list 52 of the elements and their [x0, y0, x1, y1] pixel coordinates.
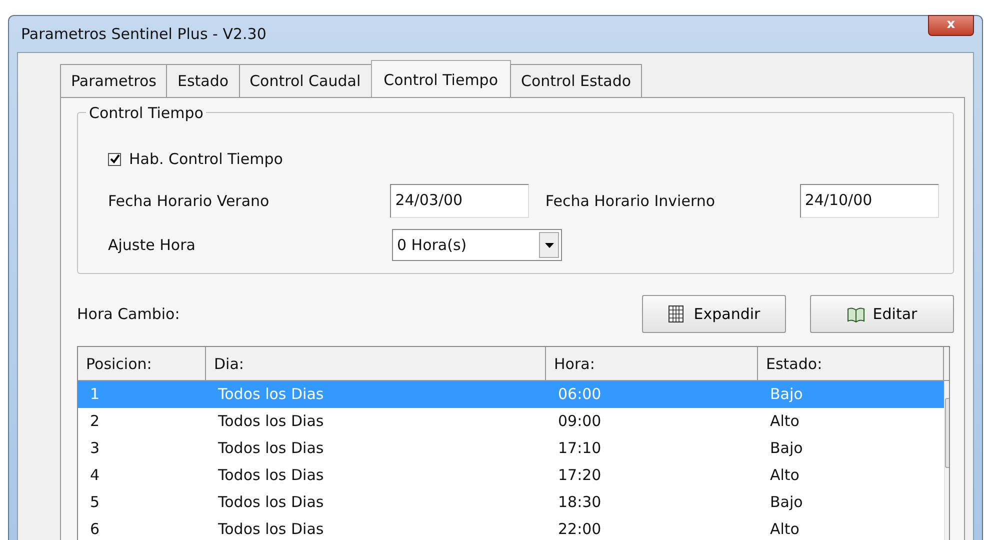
list-row[interactable]: 6 Todos los Dias 22:00 Alto — [78, 516, 944, 540]
table-cell-text: 2 — [89, 411, 101, 432]
table-cell-text: Todos los Dias — [217, 411, 325, 432]
table-cell-text: 3 — [89, 438, 101, 460]
date-field[interactable]: 24/03/00 — [390, 184, 530, 218]
table-cell-text: Todos los Dias — [217, 519, 325, 540]
table-cell-text: Todos los Dias — [217, 465, 325, 486]
field-label: Fecha Horario Verano — [108, 190, 270, 212]
expand-button[interactable]: Expandir — [642, 295, 786, 333]
table-cell-text: 06:00 — [557, 384, 602, 406]
table-cell-text: 17:10 — [557, 438, 602, 460]
table-cell-text: Bajo — [769, 492, 804, 514]
tab[interactable]: Parametros — [60, 64, 168, 97]
table-cell-text: Alto — [769, 519, 800, 540]
grid-icon — [668, 305, 686, 323]
table-cell-text: Todos los Dias — [217, 384, 325, 406]
checkbox[interactable] — [108, 152, 121, 166]
table-cell-text: Todos los Dias — [217, 438, 325, 460]
table-cell-text: Bajo — [769, 384, 804, 406]
tab[interactable]: Control Estado — [510, 64, 642, 97]
window-title: Parametros Sentinel Plus - V2.30 — [20, 24, 266, 45]
field-label: Ajuste Hora — [108, 234, 196, 256]
list-row[interactable]: 3 Todos los Dias 17:10 Bajo — [78, 435, 944, 462]
list-row[interactable]: 2 Todos los Dias 09:00 Alto — [78, 408, 944, 435]
table-cell-text: 1 — [89, 384, 101, 406]
field-label: Fecha Horario Invierno — [545, 190, 716, 212]
table-cell-text: Bajo — [769, 438, 804, 460]
book-icon — [846, 305, 865, 323]
date-field[interactable]: 24/10/00 — [800, 184, 939, 218]
table-cell-text: Todos los Dias — [217, 492, 325, 514]
table-cell-text: 09:00 — [557, 411, 602, 432]
table-cell-text: 6 — [89, 519, 101, 540]
tab[interactable]: Control Tiempo — [370, 60, 512, 97]
hour-dropdown[interactable]: 0 Hora(s) — [392, 229, 562, 261]
list-row[interactable]: 4 Todos los Dias 17:20 Alto — [78, 462, 944, 489]
table-cell-text: Alto — [769, 465, 800, 486]
column-header[interactable]: Posicion: — [78, 347, 206, 380]
table-cell-text: 5 — [89, 492, 101, 514]
column-header[interactable]: Dia: — [206, 347, 546, 380]
checkbox-label: Hab. Control Tiempo — [129, 148, 283, 170]
column-header[interactable]: Estado: — [758, 347, 944, 380]
table-cell-text: 4 — [89, 465, 101, 486]
list-row[interactable]: 5 Todos los Dias 18:30 Bajo — [78, 489, 944, 516]
table-cell-text: 17:20 — [557, 465, 602, 486]
column-header[interactable]: Hora: — [546, 347, 758, 380]
edit-button[interactable]: Editar — [810, 295, 954, 333]
section-label: Hora Cambio: — [77, 304, 181, 325]
table-cell-text: 22:00 — [557, 519, 602, 540]
table-cell-text: 18:30 — [557, 492, 602, 514]
table-cell-text: Alto — [769, 411, 800, 432]
close-button[interactable]: x — [928, 15, 974, 36]
dropdown-arrow-icon — [544, 242, 554, 248]
